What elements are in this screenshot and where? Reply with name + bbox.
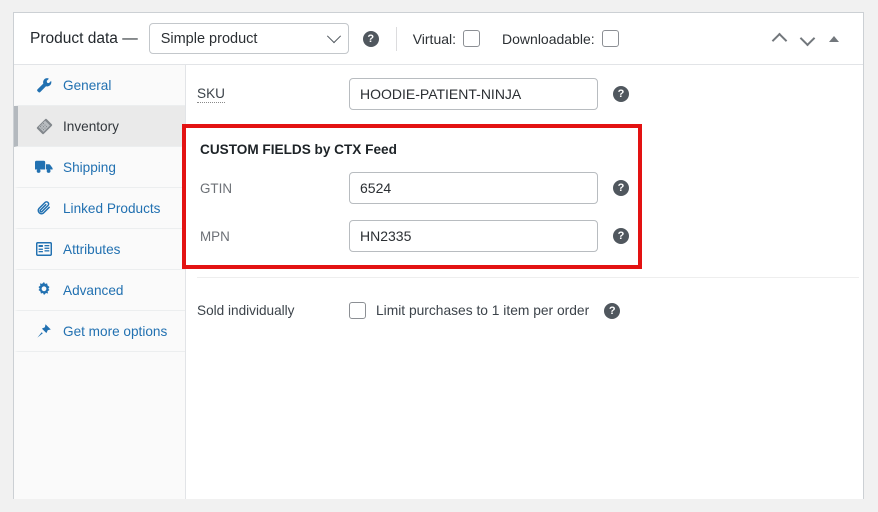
downloadable-checkbox[interactable]	[601, 30, 619, 47]
gtin-row: GTIN 6524 ?	[186, 172, 638, 204]
mpn-input[interactable]: HN2335	[349, 220, 598, 252]
sidebar-item-label: Linked Products	[63, 200, 161, 216]
sku-label-cell: SKU	[197, 85, 349, 103]
custom-fields-section: CUSTOM FIELDS by CTX Feed GTIN 6524 ? MP…	[182, 124, 642, 269]
virtual-checkbox-group[interactable]: Virtual:	[412, 30, 481, 47]
product-data-tabs: General Inventory Shipping Linked Produc…	[14, 65, 186, 499]
chevron-down-icon[interactable]	[801, 32, 814, 45]
help-icon[interactable]: ?	[613, 86, 629, 102]
sidebar-item-linked-products[interactable]: Linked Products	[14, 188, 185, 229]
sidebar-item-shipping[interactable]: Shipping	[14, 147, 185, 188]
plug-icon	[35, 322, 53, 340]
limit-purchases-label: Limit purchases to 1 item per order	[376, 303, 590, 318]
table-icon	[35, 240, 53, 258]
header-divider	[395, 26, 397, 51]
chevron-down-icon	[326, 28, 341, 43]
mpn-label: MPN	[200, 228, 230, 244]
sold-individually-label: Sold individually	[197, 303, 295, 318]
sidebar-item-general[interactable]: General	[14, 65, 185, 106]
chevron-up-icon[interactable]	[773, 32, 786, 45]
triangle-up-icon[interactable]	[829, 35, 839, 42]
sidebar-item-label: Advanced	[63, 282, 124, 298]
sku-row: SKU HOODIE-PATIENT-NINJA ?	[186, 78, 863, 110]
help-icon[interactable]: ?	[613, 180, 629, 196]
sku-label: SKU	[197, 86, 225, 103]
product-data-panel: Product data — Simple product ? Virtual:…	[13, 12, 864, 499]
sidebar-item-label: Shipping	[63, 159, 116, 175]
downloadable-label: Downloadable:	[502, 30, 595, 47]
inventory-panel: SKU HOODIE-PATIENT-NINJA ? Stock managem…	[182, 65, 863, 499]
section-divider	[197, 277, 859, 278]
mpn-row: MPN HN2335 ?	[186, 220, 638, 252]
sold-individually-row: Sold individually Limit purchases to 1 i…	[186, 295, 863, 326]
virtual-checkbox[interactable]	[463, 30, 481, 47]
product-type-select[interactable]: Simple product	[148, 23, 349, 54]
help-icon[interactable]: ?	[613, 228, 629, 244]
limit-purchases-checkbox[interactable]	[349, 302, 366, 319]
panel-header: Product data — Simple product ? Virtual:…	[14, 13, 863, 65]
limit-purchases-checkbox-group[interactable]: Limit purchases to 1 item per order	[349, 302, 589, 319]
sku-input[interactable]: HOODIE-PATIENT-NINJA	[349, 78, 598, 110]
help-icon[interactable]: ?	[604, 302, 621, 319]
sidebar-item-label: Inventory	[63, 118, 119, 134]
truck-icon	[35, 158, 53, 176]
page-title: Product data —	[30, 29, 138, 47]
sidebar-item-get-more-options[interactable]: Get more options	[14, 311, 185, 352]
product-type-value: Simple product	[160, 30, 258, 47]
virtual-label: Virtual:	[412, 30, 457, 47]
tag-icon	[35, 117, 53, 135]
sidebar-item-label: Attributes	[63, 241, 121, 257]
gtin-input[interactable]: 6524	[349, 172, 598, 204]
sidebar-item-label: Get more options	[63, 323, 168, 339]
sidebar-item-attributes[interactable]: Attributes	[14, 229, 185, 270]
custom-fields-title: CUSTOM FIELDS by CTX Feed	[200, 142, 397, 157]
downloadable-checkbox-group[interactable]: Downloadable:	[502, 30, 619, 47]
gtin-label: GTIN	[200, 180, 232, 196]
help-icon[interactable]: ?	[362, 30, 379, 47]
panel-body: General Inventory Shipping Linked Produc…	[14, 65, 863, 499]
sidebar-item-inventory[interactable]: Inventory	[14, 106, 185, 147]
panel-order-controls	[773, 32, 849, 45]
gear-icon	[35, 281, 53, 299]
sidebar-item-advanced[interactable]: Advanced	[14, 270, 185, 311]
wrench-icon	[35, 76, 53, 94]
paperclip-icon	[35, 199, 53, 217]
sidebar-item-label: General	[63, 77, 112, 93]
